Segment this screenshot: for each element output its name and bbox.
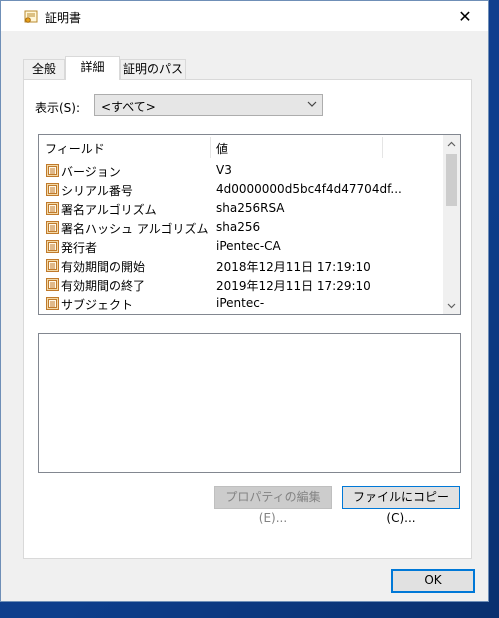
field-icon — [45, 239, 60, 254]
column-header-field[interactable]: フィールド — [45, 140, 105, 157]
field-name: 発行者 — [61, 241, 98, 255]
ok-button[interactable]: OK — [391, 569, 475, 593]
show-dropdown[interactable]: <すべて> — [94, 94, 323, 116]
column-divider[interactable] — [382, 137, 383, 158]
column-divider[interactable] — [210, 137, 211, 158]
certificate-dialog: 証明書 ✕ 全般 詳細 証明のパス 表示(S): <すべて> フィールド 値 バ… — [0, 0, 489, 602]
list-item[interactable]: シリアル番号 4d0000000d5bc4f4d47704df... — [39, 180, 443, 199]
field-value: sha256 — [216, 220, 261, 234]
field-value: iPentec-CA — [216, 239, 281, 253]
tab-certification-path[interactable]: 証明のパス — [120, 59, 186, 79]
title-bar: 証明書 ✕ — [1, 1, 488, 31]
field-name: 有効期間の開始 — [61, 260, 146, 274]
column-header-value[interactable]: 値 — [216, 140, 228, 157]
show-dropdown-value: <すべて> — [101, 100, 156, 114]
close-button[interactable]: ✕ — [442, 1, 488, 31]
field-icon — [45, 296, 60, 311]
field-icon — [45, 182, 60, 197]
scroll-down-icon[interactable] — [443, 297, 460, 314]
chevron-down-icon — [306, 98, 318, 110]
tab-details[interactable]: 詳細 — [65, 56, 120, 80]
fields-list[interactable]: フィールド 値 バージョン V3 シリアル番号 4d0000000d5bc4f4… — [38, 134, 461, 315]
field-value: 2018年12月11日 17:19:10 — [216, 260, 371, 274]
field-name: バージョン — [61, 165, 121, 179]
scroll-up-icon[interactable] — [443, 135, 460, 152]
value-detail-box[interactable] — [38, 333, 461, 473]
scrollbar-thumb[interactable] — [446, 154, 457, 206]
list-item[interactable]: 有効期間の開始 2018年12月11日 17:19:10 — [39, 256, 443, 275]
field-icon — [45, 201, 60, 216]
field-name: 有効期間の終了 — [61, 279, 146, 293]
field-icon — [45, 258, 60, 273]
list-item[interactable]: 発行者 iPentec-CA — [39, 237, 443, 256]
copy-to-file-button[interactable]: ファイルにコピー(C)... — [342, 486, 460, 525]
field-icon — [45, 163, 60, 178]
edit-properties-button[interactable]: プロパティの編集(E)... — [214, 486, 332, 525]
field-value: 2019年12月11日 17:29:10 — [216, 279, 371, 293]
field-icon — [45, 277, 60, 292]
list-item[interactable]: サブジェクト iPentec- — [39, 294, 443, 313]
field-name: 署名ハッシュ アルゴリズム — [61, 222, 209, 236]
field-value: V3 — [216, 163, 232, 177]
list-item[interactable]: 署名ハッシュ アルゴリズム sha256 — [39, 218, 443, 237]
field-name: 署名アルゴリズム — [61, 203, 157, 217]
list-header: フィールド 値 — [39, 135, 443, 159]
field-value: iPentec- — [216, 296, 265, 310]
certificate-icon — [24, 10, 38, 24]
field-value: 4d0000000d5bc4f4d47704df... — [216, 182, 402, 196]
show-label: 表示(S): — [35, 101, 81, 115]
field-name: サブジェクト — [61, 298, 134, 312]
list-item[interactable]: 署名アルゴリズム sha256RSA — [39, 199, 443, 218]
window-title: 証明書 — [45, 11, 82, 25]
field-icon — [45, 220, 60, 235]
tab-general[interactable]: 全般 — [23, 59, 65, 79]
list-item[interactable]: バージョン V3 — [39, 161, 443, 180]
field-name: シリアル番号 — [61, 184, 133, 198]
field-value: sha256RSA — [216, 201, 285, 215]
vertical-scrollbar[interactable] — [443, 135, 460, 314]
list-item[interactable]: 有効期間の終了 2019年12月11日 17:29:10 — [39, 275, 443, 294]
